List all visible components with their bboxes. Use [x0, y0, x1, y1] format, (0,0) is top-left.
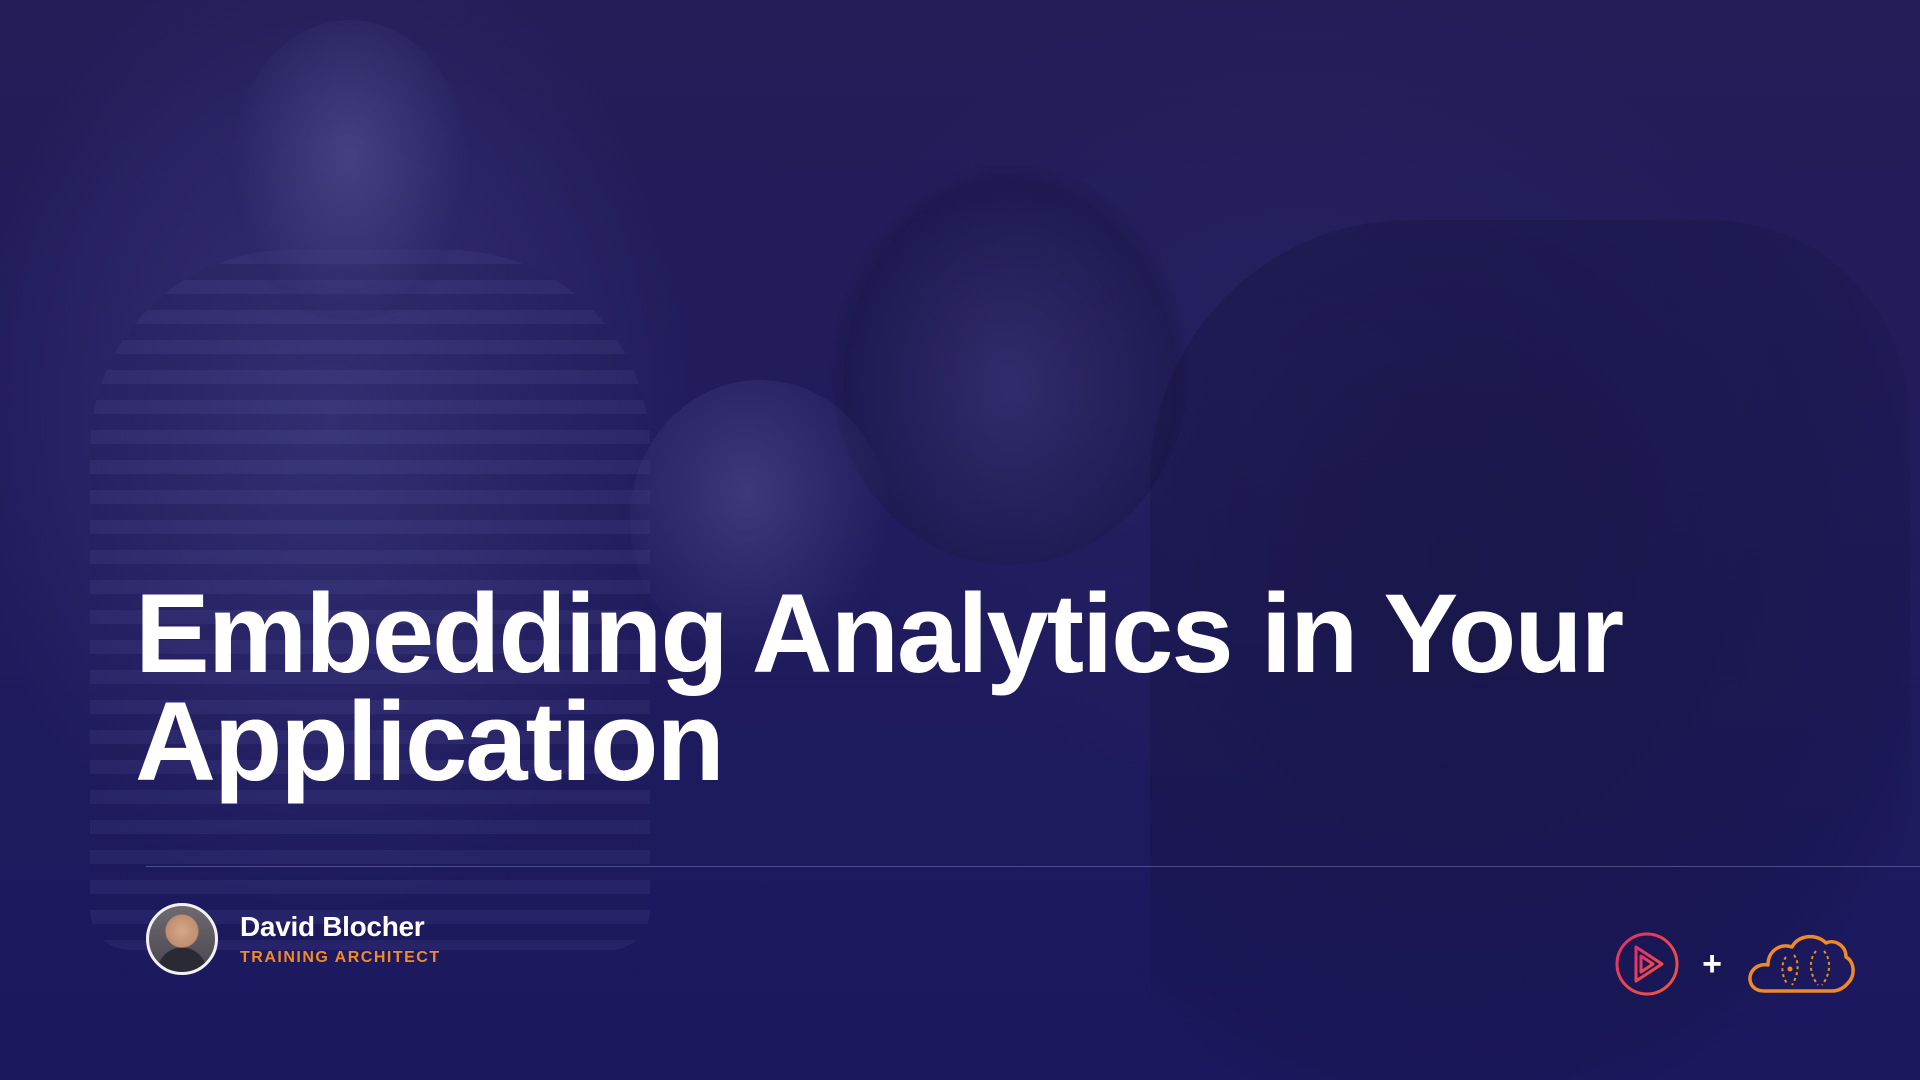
slide-title-line-2: Application [135, 679, 725, 804]
presenter-avatar [146, 903, 218, 975]
title-slide: Embedding Analytics in Your Application … [0, 0, 1920, 1080]
slide-title-line-1: Embedding Analytics in Your [135, 571, 1624, 696]
brand-logos: + [1614, 922, 1856, 1006]
divider-line [146, 866, 1920, 867]
presenter-block: David Blocher TRAINING ARCHITECT [146, 903, 441, 975]
presenter-text: David Blocher TRAINING ARCHITECT [240, 910, 441, 968]
pluralsight-play-icon [1615, 932, 1679, 996]
logo-separator-plus: + [1702, 945, 1722, 983]
slide-title: Embedding Analytics in Your Application [135, 578, 1785, 798]
presenter-role: TRAINING ARCHITECT [240, 949, 441, 966]
presenter-name: David Blocher [240, 911, 425, 942]
background-photo-person [230, 20, 470, 320]
a-cloud-guru-icon [1748, 934, 1855, 993]
background-photo-person [830, 165, 1190, 565]
